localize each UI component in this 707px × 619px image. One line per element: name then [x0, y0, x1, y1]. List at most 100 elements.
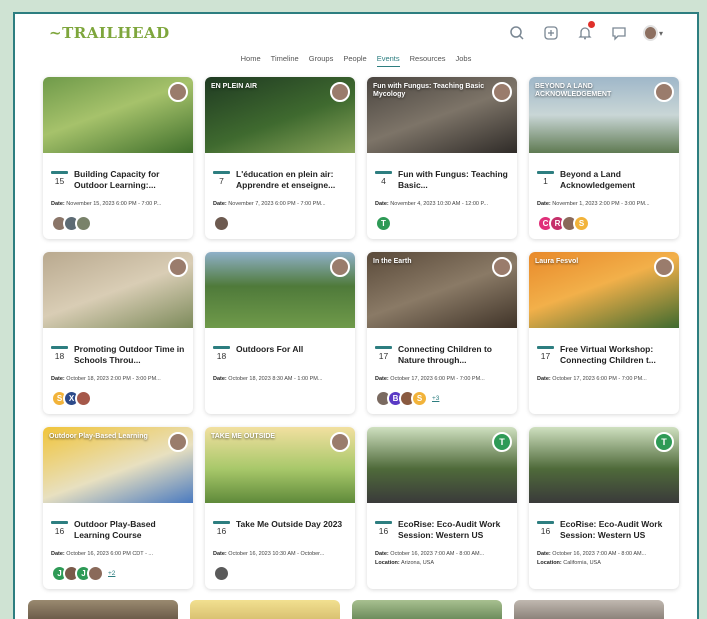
event-title[interactable]: L'éducation en plein air: Apprendre et e…	[236, 169, 349, 192]
event-date: Date: October 17, 2023 6:00 PM - 7:00 PM…	[537, 375, 673, 384]
event-card-partial[interactable]	[352, 600, 502, 619]
event-card[interactable]: 15 Building Capacity for Outdoor Learning…	[43, 77, 193, 239]
date-label: Date:	[51, 551, 65, 557]
host-avatar[interactable]	[330, 432, 350, 452]
thumbnail-caption: Fun with Fungus: Teaching Basic Mycology	[373, 83, 485, 98]
attendee-avatar[interactable]	[213, 565, 230, 582]
event-title[interactable]: Fun with Fungus: Teaching Basic...	[398, 169, 511, 192]
event-card[interactable]: BEYOND A LAND ACKNOWLEDGEMENT 1 Beyond a L…	[529, 77, 679, 239]
event-title[interactable]: Connecting Children to Nature through...	[398, 344, 511, 367]
profile-menu[interactable]: ▾	[643, 23, 663, 43]
event-card[interactable]: Laura Fesvol 17 Free Virtual Workshop: Con…	[529, 252, 679, 414]
search-icon[interactable]	[507, 23, 527, 43]
host-avatar[interactable]	[492, 82, 512, 102]
event-title[interactable]: EcoRise: Eco-Audit Work Session: Western…	[560, 519, 673, 542]
attendee-avatar[interactable]	[87, 565, 104, 582]
calendar-bar	[51, 171, 68, 174]
event-thumbnail[interactable]: Outdoor Play-Based Learning	[43, 427, 193, 503]
date-label: Date:	[537, 376, 551, 382]
nav-item-home[interactable]: Home	[241, 54, 261, 67]
date-value: October 18, 2023 2:00 PM - 3:00 PM...	[66, 376, 161, 382]
attendee-avatar[interactable]: T	[375, 215, 392, 232]
host-avatar[interactable]	[492, 257, 512, 277]
header-tools: ▾	[507, 21, 663, 43]
calendar-bar	[213, 521, 230, 524]
event-thumbnail[interactable]: T	[529, 427, 679, 503]
nav-item-resources[interactable]: Resources	[410, 54, 446, 67]
chat-icon[interactable]	[609, 23, 629, 43]
event-title[interactable]: Outdoors For All	[236, 344, 349, 355]
event-location: Location: California, USA	[537, 559, 673, 568]
host-avatar[interactable]	[168, 432, 188, 452]
event-card[interactable]: 18 Promoting Outdoor Time in Schools Thro…	[43, 252, 193, 414]
attendee-avatar[interactable]	[213, 215, 230, 232]
nav-item-people[interactable]: People	[343, 54, 366, 67]
event-date: Date: October 18, 2023 8:30 AM - 1:00 PM…	[213, 375, 349, 384]
compose-icon[interactable]	[541, 23, 561, 43]
event-card[interactable]: Outdoor Play-Based Learning 16 Outdoor Pla…	[43, 427, 193, 589]
location-value: Arizona, USA	[400, 560, 434, 566]
attendee-avatar[interactable]: S	[411, 390, 428, 407]
more-attendees-link[interactable]: +3	[432, 395, 439, 402]
nav-item-timeline[interactable]: Timeline	[271, 54, 299, 67]
host-avatar[interactable]	[654, 82, 674, 102]
event-thumbnail[interactable]	[43, 252, 193, 328]
event-card[interactable]: Fun with Fungus: Teaching Basic Mycology…	[367, 77, 517, 239]
event-thumbnail[interactable]: BEYOND A LAND ACKNOWLEDGEMENT	[529, 77, 679, 153]
host-avatar[interactable]	[654, 257, 674, 277]
host-avatar[interactable]	[168, 82, 188, 102]
event-thumbnail[interactable]: EN PLEIN AIR	[205, 77, 355, 153]
date-value: November 7, 2023 6:00 PM - 7:00 PM...	[228, 201, 326, 207]
notification-dot	[588, 21, 595, 28]
host-avatar[interactable]	[330, 82, 350, 102]
calendar-date-badge: 18	[213, 346, 230, 361]
location-label: Location:	[537, 560, 562, 566]
event-card[interactable]: TAKE ME OUTSIDE 16 Take Me Outside Day 202…	[205, 427, 355, 589]
event-thumbnail[interactable]	[43, 77, 193, 153]
event-card[interactable]: 18 Outdoors For All Date: October 18, 2023…	[205, 252, 355, 414]
event-card-partial[interactable]	[28, 600, 178, 619]
event-title[interactable]: Beyond a Land Acknowledgement	[560, 169, 673, 192]
event-thumbnail[interactable]: In the Earth	[367, 252, 517, 328]
thumbnail-caption: TAKE ME OUTSIDE	[211, 433, 276, 440]
event-card[interactable]: EN PLEIN AIR 7 L'éducation en plein air: A…	[205, 77, 355, 239]
nav-item-jobs[interactable]: Jobs	[456, 54, 472, 67]
nav-item-groups[interactable]: Groups	[309, 54, 334, 67]
more-attendees-link[interactable]: +2	[108, 570, 115, 577]
attendee-avatar[interactable]	[75, 215, 92, 232]
event-card[interactable]: T 16 EcoRise: Eco-Audit Work Session: West…	[367, 427, 517, 589]
date-label: Date:	[537, 201, 551, 207]
host-avatar[interactable]	[330, 257, 350, 277]
event-thumbnail[interactable]: TAKE ME OUTSIDE	[205, 427, 355, 503]
event-title[interactable]: Promoting Outdoor Time in Schools Throu.…	[74, 344, 187, 367]
event-title[interactable]: Outdoor Play-Based Learning Course	[74, 519, 187, 542]
attendee-avatar[interactable]	[75, 390, 92, 407]
app-frame: ~TRAILHEAD ▾ Home Timeline Groups People Eve…	[13, 12, 699, 619]
bell-icon[interactable]	[575, 21, 595, 43]
event-title[interactable]: Free Virtual Workshop: Connecting Childr…	[560, 344, 673, 367]
calendar-bar	[51, 346, 68, 349]
event-day: 16	[378, 526, 389, 536]
event-thumbnail[interactable]	[205, 252, 355, 328]
host-avatar[interactable]	[168, 257, 188, 277]
event-title[interactable]: Take Me Outside Day 2023	[236, 519, 349, 530]
event-card-partial[interactable]	[514, 600, 664, 619]
event-card-partial[interactable]	[190, 600, 340, 619]
event-card[interactable]: In the Earth 17 Connecting Children to Nat…	[367, 252, 517, 414]
trailhead-logo[interactable]: ~TRAILHEAD	[49, 24, 170, 42]
event-title[interactable]: EcoRise: Eco-Audit Work Session: Western…	[398, 519, 511, 542]
main-nav: Home Timeline Groups People Events Resources J…	[15, 54, 697, 67]
event-thumbnail[interactable]: T	[367, 427, 517, 503]
event-date: Date: October 16, 2023 10:30 AM - Octobe…	[213, 550, 349, 559]
thumbnail-caption: Outdoor Play-Based Learning	[49, 433, 148, 440]
event-date: Date: October 16, 2023 7:00 AM - 8:00 AM…	[537, 550, 673, 559]
attendee-avatar[interactable]: S	[573, 215, 590, 232]
event-date: Date: October 16, 2023 7:00 AM - 8:00 AM…	[375, 550, 511, 559]
host-avatar[interactable]: T	[492, 432, 512, 452]
event-thumbnail[interactable]: Fun with Fungus: Teaching Basic Mycology	[367, 77, 517, 153]
host-avatar[interactable]: T	[654, 432, 674, 452]
event-title[interactable]: Building Capacity for Outdoor Learning:.…	[74, 169, 187, 192]
nav-item-events[interactable]: Events	[376, 54, 400, 67]
event-card[interactable]: T 16 EcoRise: Eco-Audit Work Session: West…	[529, 427, 679, 589]
event-thumbnail[interactable]: Laura Fesvol	[529, 252, 679, 328]
